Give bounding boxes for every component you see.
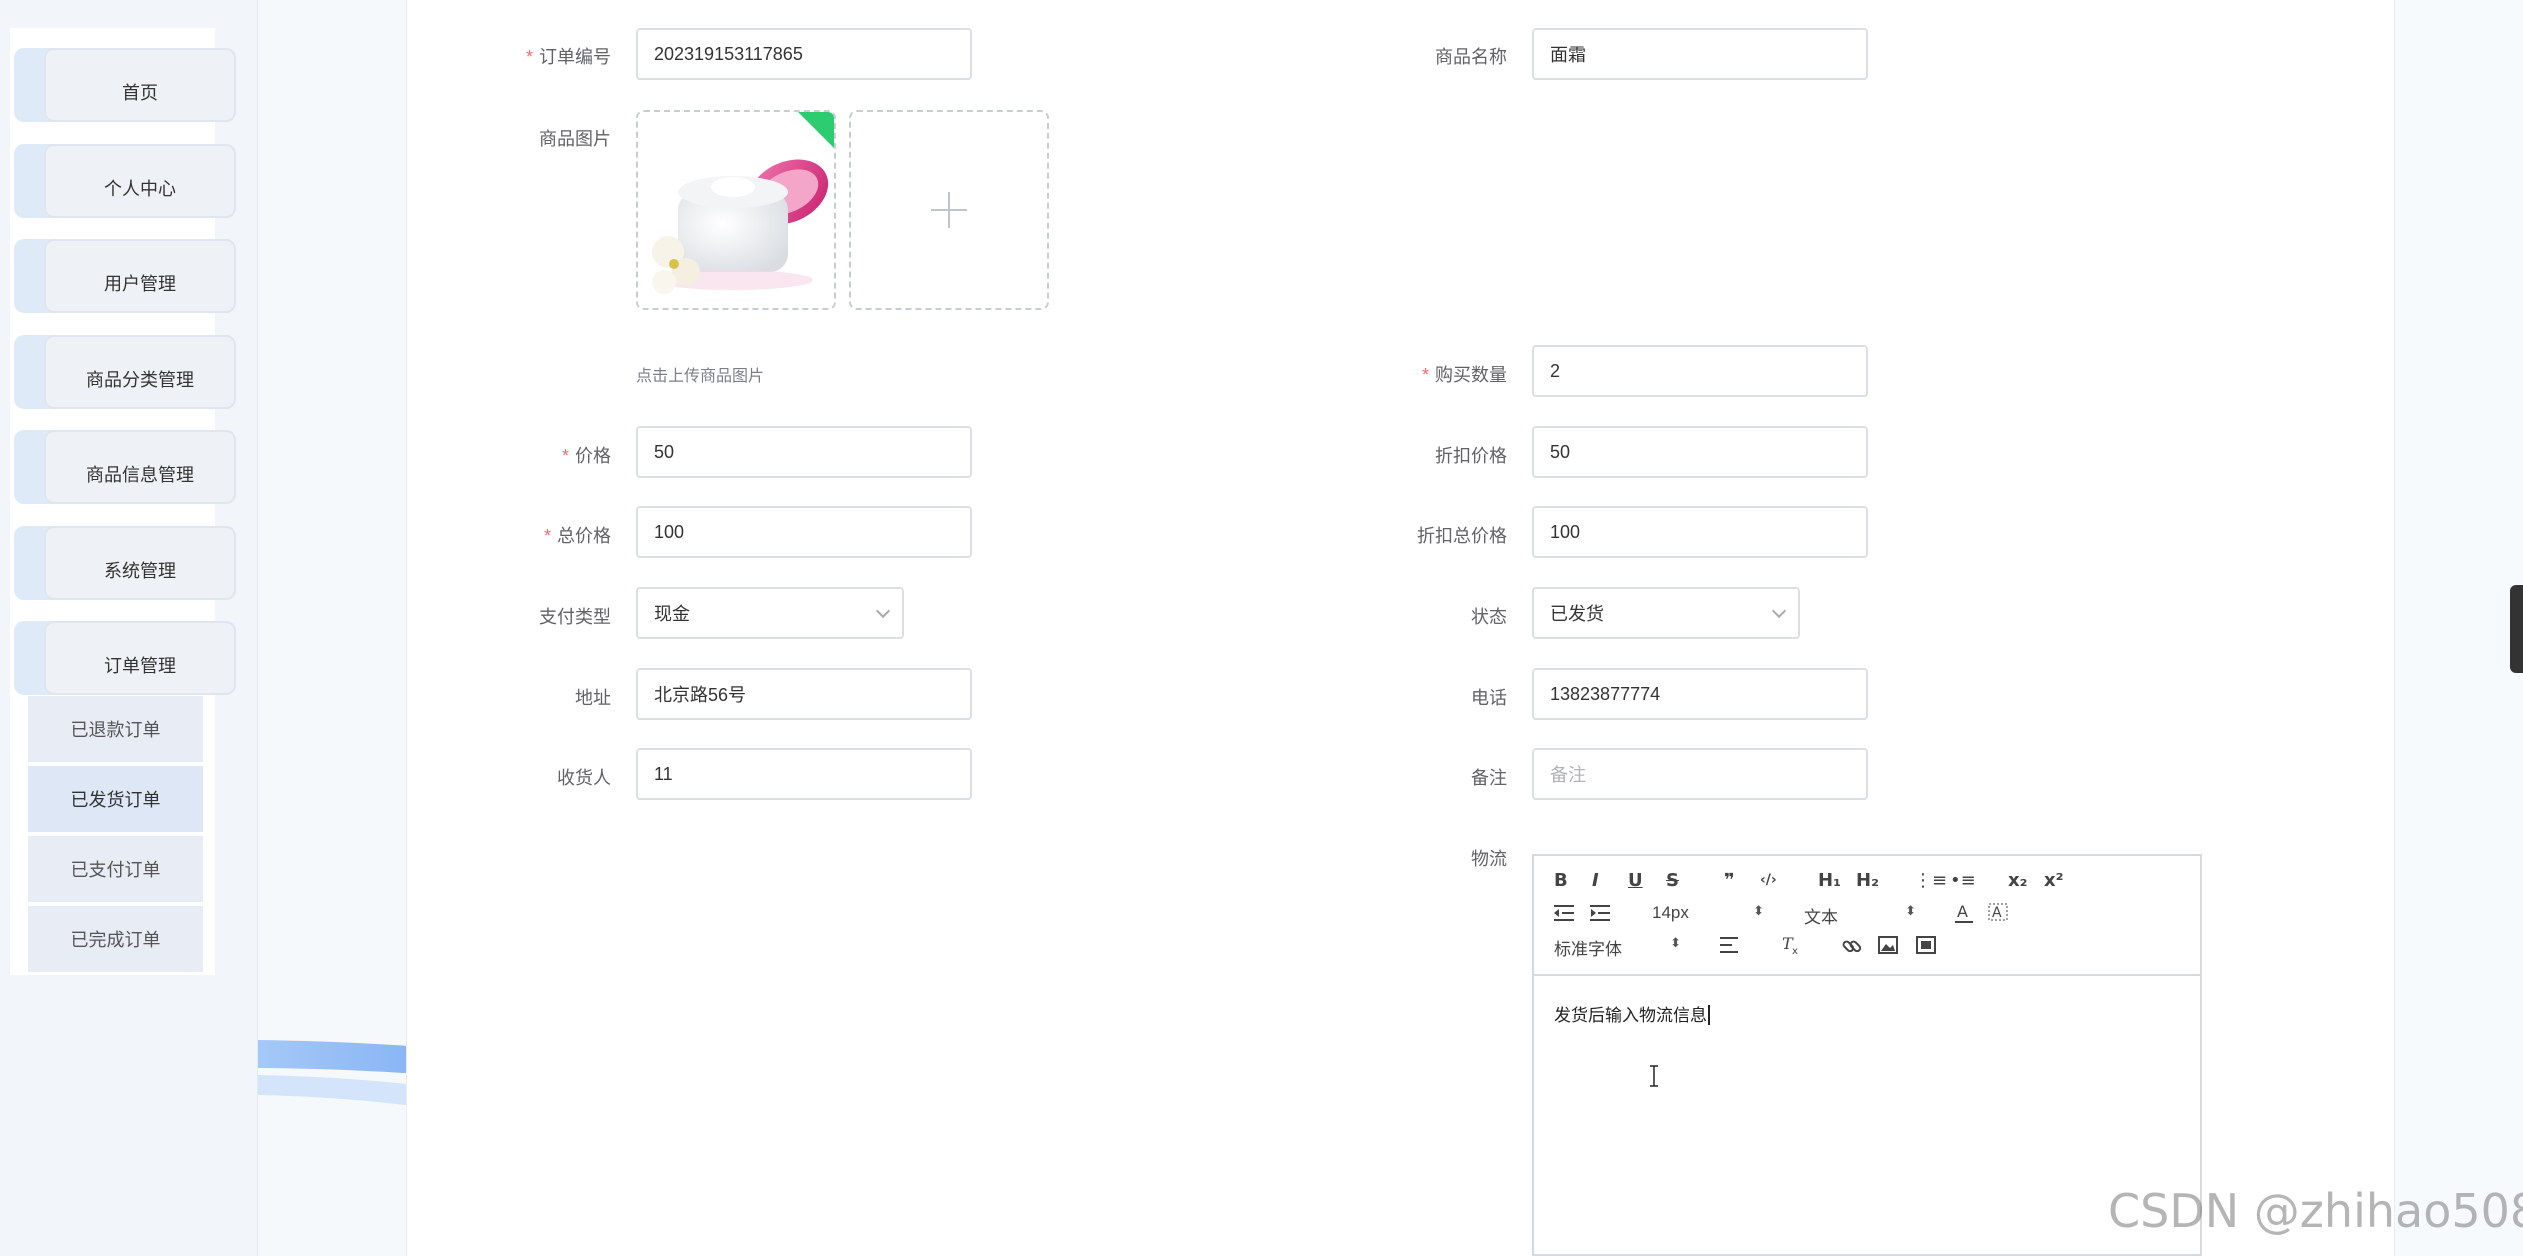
- scrollbar-handle[interactable]: [2510, 585, 2523, 673]
- discount-price-label: 折扣价格: [1435, 446, 1507, 466]
- status-select[interactable]: 已发货: [1532, 587, 1800, 639]
- editor-toolbar: B I U S ❞ ‹/› H₁ H₂ ⋮≡ •≡ x₂ x² 14px 文本 …: [1534, 856, 2200, 976]
- remark-input[interactable]: 备注: [1532, 748, 1868, 800]
- address-label: 地址: [575, 688, 611, 708]
- discount-price-input[interactable]: 50: [1532, 426, 1868, 478]
- submenu-label: 已完成订单: [70, 930, 161, 950]
- submenu-shipped-orders[interactable]: 已发货订单: [28, 766, 203, 832]
- image-icon[interactable]: [1878, 936, 1898, 954]
- sidebar-item-label: 商品分类管理: [44, 335, 236, 409]
- product-image-label: 商品图片: [539, 129, 611, 149]
- code-block-button[interactable]: ‹/›: [1760, 872, 1777, 888]
- subscript-button[interactable]: x₂: [2008, 870, 2028, 891]
- sidebar-item-profile[interactable]: 个人中心: [14, 144, 236, 218]
- receiver-label: 收货人: [557, 768, 611, 788]
- bold-button[interactable]: B: [1554, 870, 1568, 891]
- price-label: * 价格: [561, 446, 611, 466]
- submenu-label: 已发货订单: [70, 790, 161, 810]
- link-icon[interactable]: [1842, 936, 1862, 956]
- image-upload-button[interactable]: [849, 110, 1049, 310]
- underline-button[interactable]: U: [1628, 870, 1643, 891]
- phone-label: 电话: [1471, 688, 1507, 708]
- bullet-list-button[interactable]: •≡: [1950, 870, 1976, 891]
- svg-text:A: A: [1992, 905, 2002, 921]
- editor-content[interactable]: 发货后输入物流信息: [1554, 1001, 1710, 1026]
- video-icon[interactable]: [1916, 936, 1936, 954]
- sidebar-item-home[interactable]: 首页: [14, 48, 236, 122]
- product-image-thumbnail[interactable]: [636, 110, 836, 310]
- align-icon[interactable]: [1720, 936, 1740, 954]
- svg-text:A: A: [1957, 902, 1968, 921]
- product-name-input[interactable]: 面霜: [1532, 28, 1868, 80]
- sidebar-item-label: 订单管理: [44, 621, 236, 695]
- watermark: CSDN @zhihao508: [2108, 1184, 2523, 1238]
- sidebar: 首页 个人中心 用户管理 商品分类管理 商品信息管理 系统管理 订单管理 已退款…: [0, 0, 258, 1256]
- sidebar-item-products[interactable]: 商品信息管理: [14, 430, 236, 504]
- blockquote-button[interactable]: ❞: [1724, 870, 1735, 891]
- sidebar-item-orders[interactable]: 订单管理: [14, 621, 236, 695]
- payment-type-select[interactable]: 现金: [636, 587, 904, 639]
- order-no-label: * 订单编号: [525, 47, 611, 67]
- chevron-down-icon: [1771, 603, 1787, 619]
- payment-type-label: 支付类型: [539, 607, 611, 627]
- upload-hint: 点击上传商品图片: [636, 368, 765, 385]
- status-label: 状态: [1471, 607, 1507, 627]
- svg-text:x: x: [1792, 946, 1798, 956]
- price-input[interactable]: 50: [636, 426, 972, 478]
- sidebar-item-label: 用户管理: [44, 239, 236, 313]
- plus-icon: [931, 192, 967, 228]
- superscript-button[interactable]: x²: [2044, 870, 2064, 891]
- order-edit-form: * 订单编号 202319153117865 商品名称 面霜 商品图片 点击上传…: [406, 0, 2395, 1256]
- total-price-input[interactable]: 100: [636, 506, 972, 558]
- sidebar-item-system[interactable]: 系统管理: [14, 526, 236, 600]
- sidebar-item-users[interactable]: 用户管理: [14, 239, 236, 313]
- outdent-icon[interactable]: [1554, 904, 1574, 922]
- discount-total-input[interactable]: 100: [1532, 506, 1868, 558]
- quantity-input[interactable]: 2: [1532, 345, 1868, 397]
- sidebar-item-categories[interactable]: 商品分类管理: [14, 335, 236, 409]
- order-no-input[interactable]: 202319153117865: [636, 28, 972, 80]
- header-select[interactable]: 文本: [1804, 903, 1916, 928]
- submenu-paid-orders[interactable]: 已支付订单: [28, 836, 203, 902]
- logistics-label: 物流: [1471, 849, 1507, 869]
- h1-button[interactable]: H₁: [1818, 870, 1841, 891]
- italic-button[interactable]: I: [1592, 870, 1599, 891]
- submenu-refunded-orders[interactable]: 已退款订单: [28, 696, 203, 762]
- text-cursor-icon: [1650, 1065, 1658, 1087]
- product-name-label: 商品名称: [1435, 47, 1507, 67]
- sidebar-item-label: 首页: [44, 48, 236, 122]
- quantity-label: * 购买数量: [1421, 365, 1507, 385]
- receiver-input[interactable]: 11: [636, 748, 972, 800]
- sidebar-item-label: 系统管理: [44, 526, 236, 600]
- sidebar-item-label: 个人中心: [44, 144, 236, 218]
- sidebar-item-label: 商品信息管理: [44, 430, 236, 504]
- chevron-down-icon: [875, 603, 891, 619]
- clear-format-icon[interactable]: Tx: [1780, 934, 1802, 956]
- submenu-label: 已支付订单: [70, 860, 161, 880]
- total-price-label: * 总价格: [543, 526, 611, 546]
- indent-icon[interactable]: [1590, 904, 1610, 922]
- ordered-list-button[interactable]: ⋮≡: [1914, 870, 1947, 891]
- address-input[interactable]: 北京路56号: [636, 668, 972, 720]
- font-color-icon[interactable]: A: [1954, 902, 1974, 924]
- discount-total-label: 折扣总价格: [1417, 526, 1507, 546]
- phone-input[interactable]: 13823877774: [1532, 668, 1868, 720]
- font-size-select[interactable]: 14px: [1652, 903, 1764, 923]
- font-family-select[interactable]: 标准字体: [1554, 935, 1681, 960]
- submenu-completed-orders[interactable]: 已完成订单: [28, 906, 203, 972]
- right-background-panel: [2395, 0, 2523, 1256]
- logistics-rich-text-editor[interactable]: B I U S ❞ ‹/› H₁ H₂ ⋮≡ •≡ x₂ x² 14px 文本 …: [1532, 854, 2202, 1256]
- cream-jar-image: [638, 112, 834, 308]
- strikethrough-button[interactable]: S: [1666, 870, 1679, 891]
- text-caret: [1708, 1005, 1710, 1025]
- background-color-icon[interactable]: A: [1988, 902, 2008, 924]
- submenu-label: 已退款订单: [70, 720, 161, 740]
- remark-label: 备注: [1471, 768, 1507, 788]
- h2-button[interactable]: H₂: [1856, 870, 1879, 891]
